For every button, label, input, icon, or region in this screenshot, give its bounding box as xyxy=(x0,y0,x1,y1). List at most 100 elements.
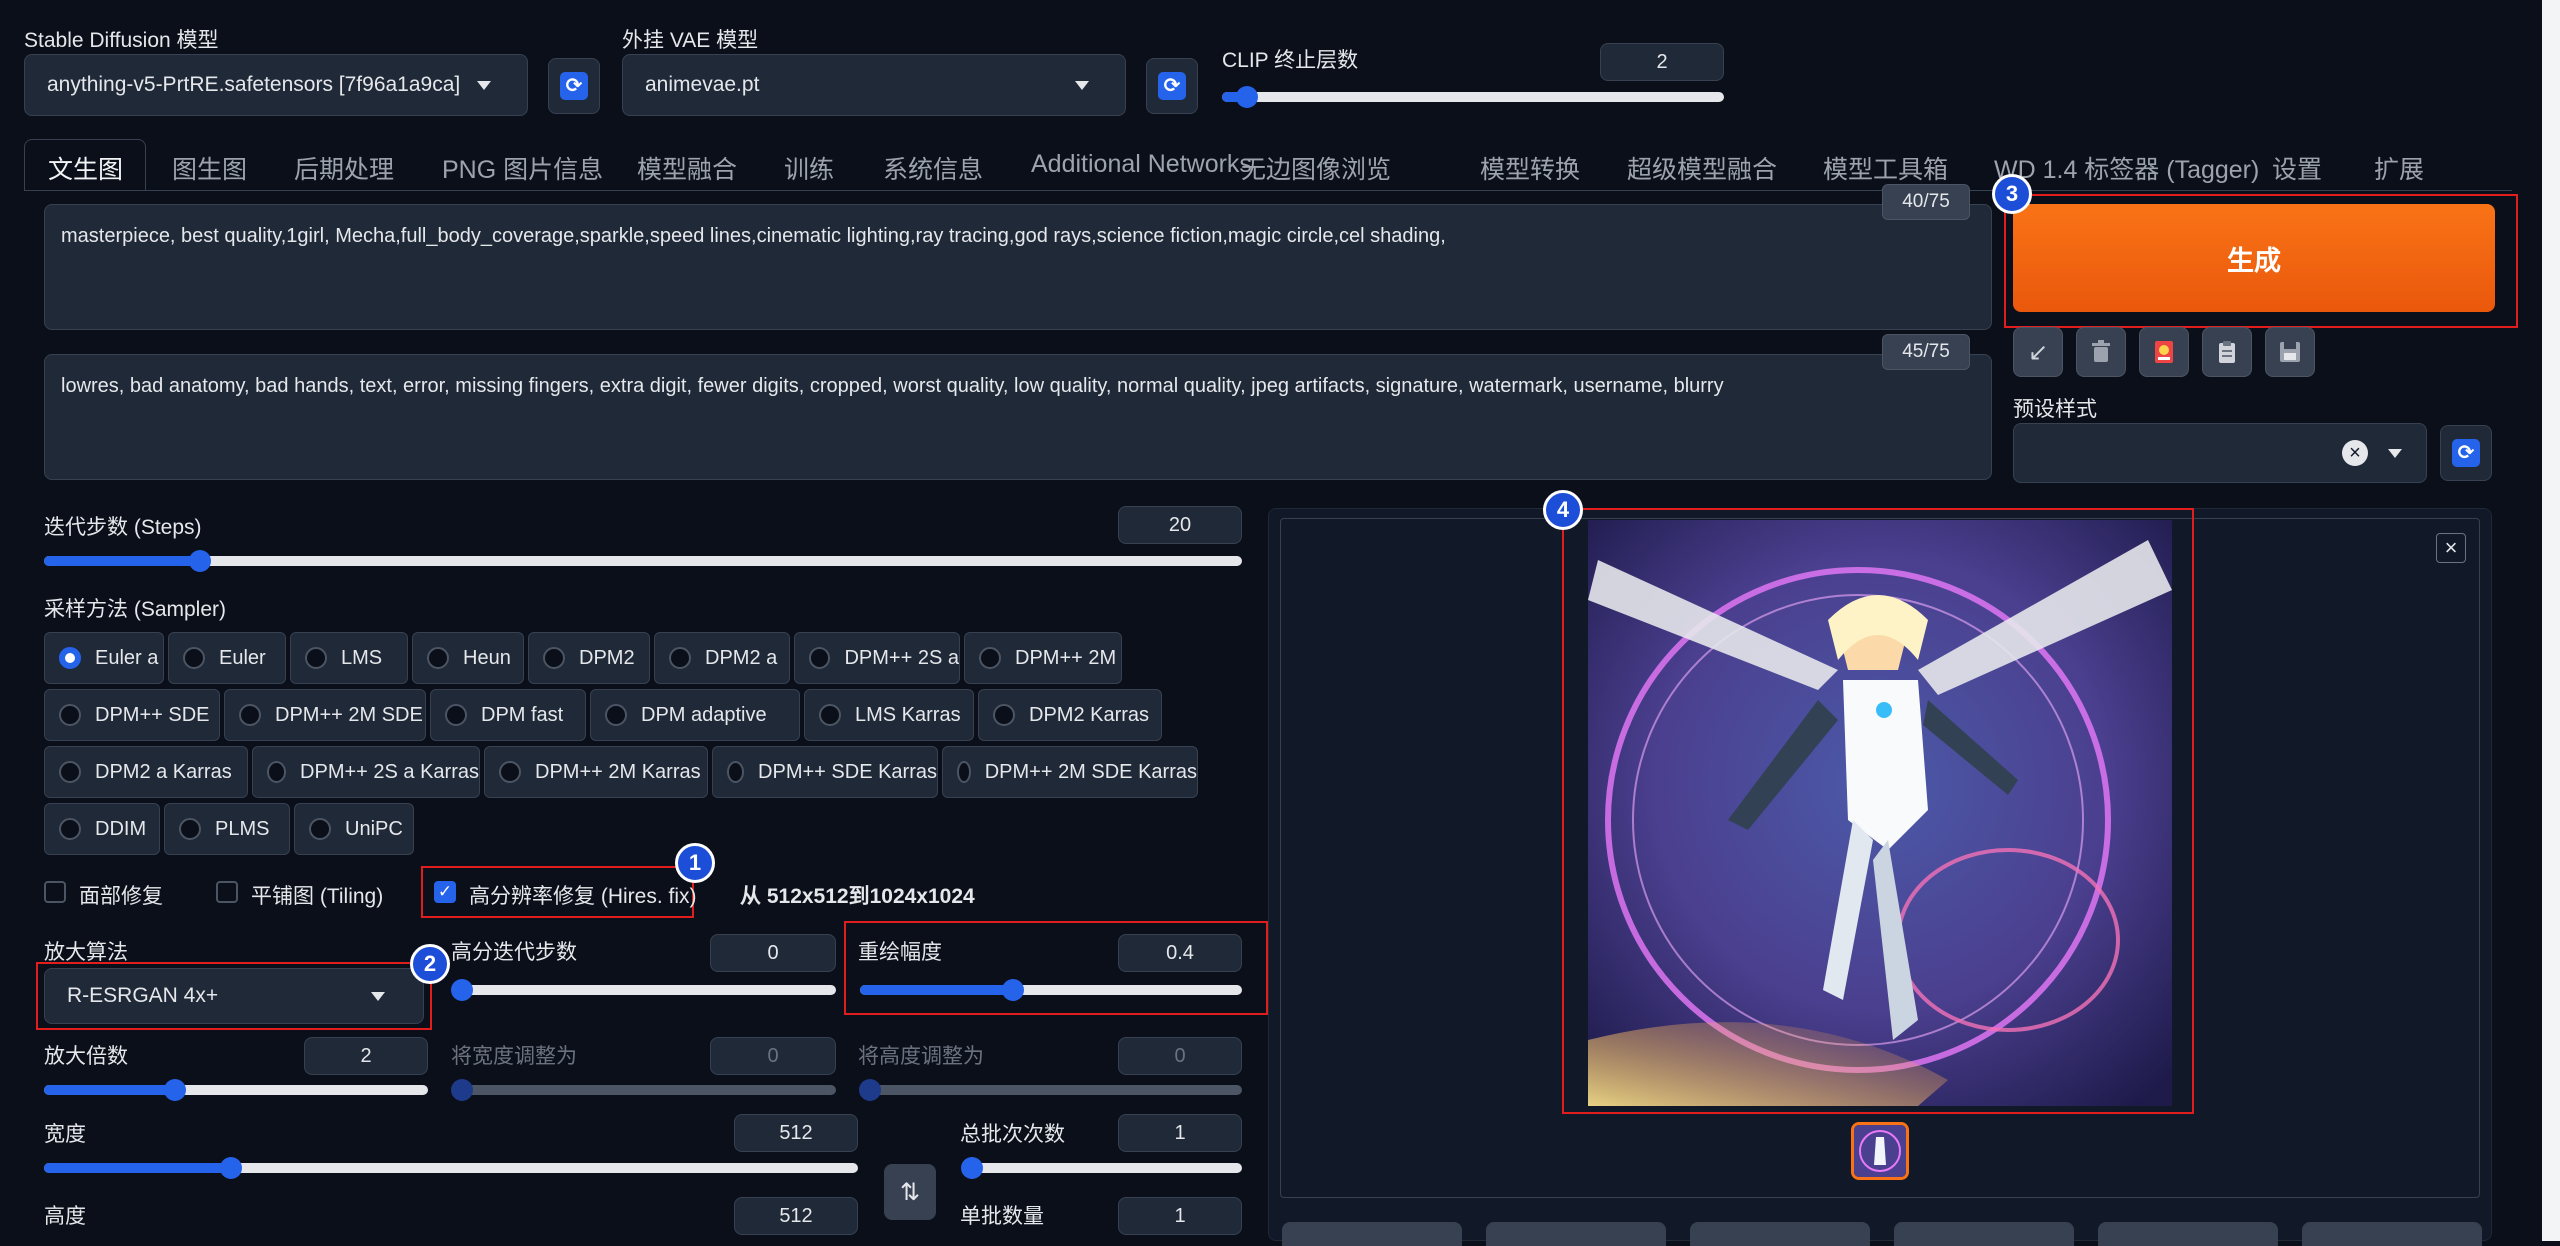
generate-button[interactable]: 生成 xyxy=(2013,204,2495,312)
tab-settings[interactable]: 设置 xyxy=(2272,150,2322,186)
tab-extensions[interactable]: 扩展 xyxy=(2374,150,2424,186)
sampler-option[interactable]: DPM2 a xyxy=(654,632,790,684)
hires-steps-slider[interactable] xyxy=(451,979,836,1001)
tab-img2img[interactable]: 图生图 xyxy=(172,150,247,186)
denoise-slider[interactable] xyxy=(860,979,1242,1001)
sampler-option[interactable]: DPM++ 2S a xyxy=(794,632,960,684)
tab-png-info[interactable]: PNG 图片信息 xyxy=(442,150,603,186)
tab-extras[interactable]: 后期处理 xyxy=(294,150,394,186)
denoise-input[interactable]: 0.4 xyxy=(1118,934,1242,972)
resize-height-input[interactable]: 0 xyxy=(1118,1037,1242,1075)
tab-additional-networks[interactable]: Additional Networks xyxy=(1031,150,1252,179)
sampler-option[interactable]: DPM++ 2M SDE Karras xyxy=(942,746,1198,798)
gallery-thumbnail[interactable] xyxy=(1851,1122,1909,1180)
steps-input[interactable]: 20 xyxy=(1118,506,1242,544)
sampler-option[interactable]: PLMS xyxy=(164,803,290,855)
paste-params-button[interactable]: ↙ xyxy=(2013,327,2063,377)
sampler-option-label: UniPC xyxy=(345,817,403,840)
batch-count-slider[interactable] xyxy=(961,1157,1242,1179)
extra-networks-button[interactable] xyxy=(2139,327,2189,377)
batch-count-input[interactable]: 1 xyxy=(1118,1114,1242,1152)
resize-width-slider[interactable] xyxy=(451,1079,836,1101)
sampler-option[interactable]: DPM2 xyxy=(528,632,650,684)
sampler-option[interactable]: DPM++ SDE xyxy=(44,689,220,741)
steps-slider[interactable] xyxy=(44,550,1242,572)
sampler-option[interactable]: DPM++ 2S a Karras xyxy=(252,746,480,798)
tiling-checkbox[interactable] xyxy=(216,881,238,903)
sampler-option[interactable]: Euler a xyxy=(44,632,164,684)
batch-size-input[interactable]: 1 xyxy=(1118,1197,1242,1235)
close-icon[interactable]: × xyxy=(2436,533,2466,563)
batch-count-label: 总批次次数 xyxy=(960,1123,1065,1146)
refresh-vae-button[interactable]: ⟳ xyxy=(1146,58,1198,114)
radio-icon xyxy=(305,647,327,669)
clip-skip-input[interactable]: 2 xyxy=(1600,43,1724,81)
sampler-option[interactable]: DPM2 Karras xyxy=(978,689,1162,741)
sampler-option[interactable]: DPM++ SDE Karras xyxy=(712,746,938,798)
height-input[interactable]: 512 xyxy=(734,1197,858,1235)
upscale-by-slider[interactable] xyxy=(44,1079,428,1101)
face-restore-checkbox[interactable] xyxy=(44,881,66,903)
scrollbar[interactable] xyxy=(2542,0,2560,1241)
styles-dropdown[interactable]: × xyxy=(2013,423,2427,483)
refresh-icon: ⟳ xyxy=(560,72,588,100)
resize-width-input[interactable]: 0 xyxy=(710,1037,836,1075)
sampler-option-label: DDIM xyxy=(95,817,147,840)
tab-system-info[interactable]: 系统信息 xyxy=(883,150,983,186)
sampler-option[interactable]: LMS xyxy=(290,632,408,684)
tab-image-browser[interactable]: 无边图像浏览 xyxy=(1241,150,1391,186)
upscaler-dropdown[interactable]: R-ESRGAN 4x+ xyxy=(44,968,424,1024)
send-to-extras-button[interactable] xyxy=(2302,1222,2482,1246)
width-input[interactable]: 512 xyxy=(734,1114,858,1152)
clip-skip-slider[interactable] xyxy=(1222,86,1724,108)
refresh-styles-button[interactable]: ⟳ xyxy=(2440,425,2492,481)
tab-supermerger[interactable]: 超级模型融合 xyxy=(1627,150,1777,186)
send-to-inpaint-button[interactable] xyxy=(2098,1222,2278,1246)
tab-model-toolkit[interactable]: 模型工具箱 xyxy=(1823,150,1948,186)
sampler-option[interactable]: Heun xyxy=(412,632,524,684)
folder-button[interactable] xyxy=(1282,1222,1462,1246)
swap-dimensions-button[interactable]: ⇅ xyxy=(884,1164,936,1220)
chevron-down-icon xyxy=(1075,81,1089,90)
tab-txt2img[interactable]: 文生图 xyxy=(48,150,123,186)
sd-model-dropdown[interactable]: anything-v5-PrtRE.safetensors [7f96a1a9c… xyxy=(24,54,528,116)
sampler-option[interactable]: Euler xyxy=(168,632,286,684)
sampler-option[interactable]: DPM adaptive xyxy=(590,689,800,741)
hires-steps-input[interactable]: 0 xyxy=(710,934,836,972)
sampler-option[interactable]: DPM fast xyxy=(430,689,586,741)
badge-4: 4 xyxy=(1543,490,1583,530)
sampler-option[interactable]: UniPC xyxy=(294,803,414,855)
vae-model-dropdown[interactable]: animevae.pt xyxy=(622,54,1126,116)
sampler-option[interactable]: DDIM xyxy=(44,803,160,855)
clear-prompt-button[interactable] xyxy=(2076,327,2126,377)
tab-checkpoint-merger[interactable]: 模型融合 xyxy=(637,150,737,186)
radio-icon xyxy=(669,647,691,669)
negative-prompt-input[interactable]: lowres, bad anatomy, bad hands, text, er… xyxy=(44,354,1992,480)
sampler-option[interactable]: DPM++ 2M xyxy=(964,632,1122,684)
clear-icon[interactable]: × xyxy=(2342,440,2368,466)
hires-fix-checkbox[interactable]: ✓ xyxy=(434,881,456,903)
sampler-option[interactable]: DPM++ 2M SDE xyxy=(224,689,426,741)
sampler-option[interactable]: LMS Karras xyxy=(804,689,974,741)
save-button[interactable] xyxy=(1486,1222,1666,1246)
resize-height-slider[interactable] xyxy=(859,1079,1242,1101)
send-to-img2img-button[interactable] xyxy=(1894,1222,2074,1246)
tab-train[interactable]: 训练 xyxy=(784,150,834,186)
apply-style-button[interactable] xyxy=(2202,327,2252,377)
tab-model-converter[interactable]: 模型转换 xyxy=(1480,150,1580,186)
sampler-option-label: DPM++ SDE Karras xyxy=(758,760,937,783)
width-slider[interactable] xyxy=(44,1157,858,1179)
zip-button[interactable] xyxy=(1690,1222,1870,1246)
sampler-option[interactable]: DPM2 a Karras xyxy=(44,746,248,798)
radio-icon xyxy=(427,647,449,669)
sampler-option[interactable]: DPM++ 2M Karras xyxy=(484,746,708,798)
radio-icon xyxy=(183,647,205,669)
tab-tagger[interactable]: WD 1.4 标签器 (Tagger) xyxy=(1994,150,2259,186)
save-style-button[interactable] xyxy=(2265,327,2315,377)
refresh-sd-model-button[interactable]: ⟳ xyxy=(548,58,600,114)
generated-image[interactable] xyxy=(1588,520,2172,1106)
sampler-option-label: DPM++ 2M xyxy=(1015,646,1117,669)
positive-prompt-input[interactable]: masterpiece, best quality,1girl, Mecha,f… xyxy=(44,204,1992,330)
upscale-by-input[interactable]: 2 xyxy=(304,1037,428,1075)
sampler-option-label: LMS xyxy=(341,646,383,669)
